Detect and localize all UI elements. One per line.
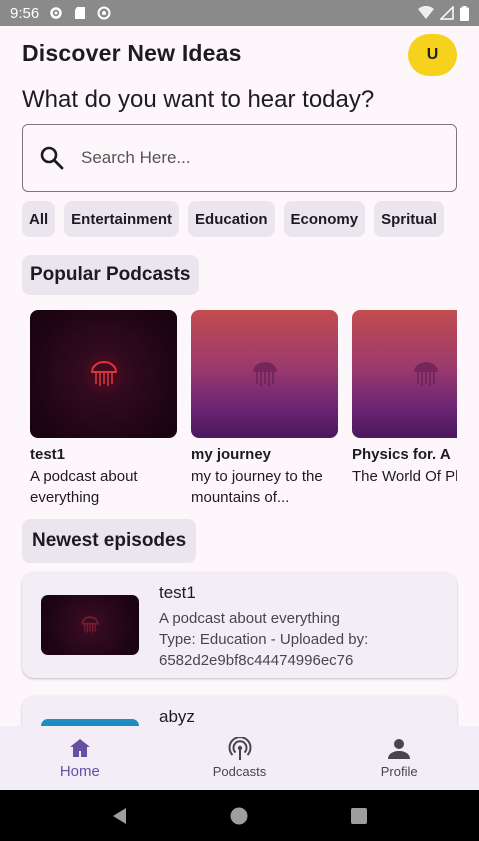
- chip-spritual[interactable]: Spritual: [374, 201, 444, 237]
- chip-economy[interactable]: Economy: [283, 201, 366, 237]
- category-chips: All Entertainment Education Economy Spri…: [22, 201, 457, 238]
- nav-home-label: Home: [59, 763, 100, 780]
- home-icon: [69, 739, 90, 757]
- nav-profile[interactable]: Profile: [319, 726, 479, 790]
- chip-all[interactable]: All: [22, 201, 56, 237]
- podcast-title: Physics for. A: [352, 446, 451, 463]
- episode-title: test1: [159, 583, 196, 602]
- page-subtitle: What do you want to hear today?: [22, 86, 375, 113]
- person-icon: [388, 739, 411, 759]
- jellyfish-icon: [81, 616, 99, 633]
- settings-icon: [50, 7, 62, 19]
- nav-profile-label: Profile: [380, 764, 418, 779]
- status-time: 9:56: [10, 4, 40, 22]
- episode-uploader: 6582d2e9bf8c44474996ec76: [159, 652, 354, 669]
- jellyfish-icon: [413, 362, 438, 386]
- podcast-thumbnail: [191, 310, 338, 438]
- podcast-card[interactable]: my journey my to journey to the mountain…: [191, 310, 338, 508]
- episode-title: abyz: [159, 707, 195, 726]
- search-icon: [40, 146, 64, 170]
- recents-icon[interactable]: [350, 807, 368, 825]
- podcast-thumbnail: [30, 310, 177, 438]
- nav-podcasts-label: Podcasts: [212, 764, 267, 779]
- podcast-card[interactable]: test1 A podcast about everything: [30, 310, 177, 508]
- system-navigation-bar: [0, 790, 479, 841]
- episode-thumbnail: [41, 595, 139, 655]
- back-icon[interactable]: [111, 807, 129, 825]
- search-input[interactable]: [81, 148, 401, 168]
- podcast-description: The World Of Physics: [352, 468, 457, 485]
- sd-card-icon: [75, 7, 86, 19]
- chip-education[interactable]: Education: [188, 201, 275, 237]
- data-saver-icon: [97, 6, 111, 20]
- signal-icon: [440, 6, 454, 20]
- podcast-description: my to journey to the mountains of...: [191, 468, 323, 506]
- home-circle-icon[interactable]: [230, 807, 248, 825]
- jellyfish-icon: [84, 355, 123, 393]
- podcast-thumbnail: [352, 310, 457, 438]
- popular-podcasts-heading: Popular Podcasts: [22, 255, 199, 295]
- episode-details: A podcast about everything Type: Educati…: [159, 608, 449, 671]
- podcast-title: my journey: [191, 446, 272, 463]
- search-bar[interactable]: [22, 124, 457, 192]
- episode-description: A podcast about everything: [159, 610, 340, 627]
- podcast-icon: [228, 737, 251, 760]
- newest-episodes-heading: Newest episodes: [22, 519, 197, 563]
- chip-entertainment[interactable]: Entertainment: [64, 201, 180, 237]
- popular-podcasts-list: test1 A podcast about everything my jour…: [22, 310, 457, 510]
- podcast-card[interactable]: Physics for. A The World Of Physics: [352, 310, 457, 508]
- avatar-initial: U: [426, 46, 439, 63]
- episode-card[interactable]: test1 A podcast about everything Type: E…: [22, 572, 457, 678]
- jellyfish-icon: [252, 362, 277, 386]
- wifi-icon: [418, 6, 434, 19]
- episode-meta: Type: Education - Uploaded by:: [159, 631, 369, 648]
- nav-podcasts[interactable]: Podcasts: [160, 726, 320, 790]
- podcast-description: A podcast about everything: [30, 468, 138, 506]
- status-bar: 9:56: [0, 0, 479, 26]
- nav-home[interactable]: Home: [0, 726, 160, 790]
- bottom-navigation: Home Podcasts Profile: [0, 726, 479, 790]
- podcast-title: test1: [30, 446, 66, 463]
- avatar[interactable]: U: [408, 34, 457, 76]
- page-title: Discover New Ideas: [22, 40, 242, 66]
- battery-icon: [460, 5, 469, 21]
